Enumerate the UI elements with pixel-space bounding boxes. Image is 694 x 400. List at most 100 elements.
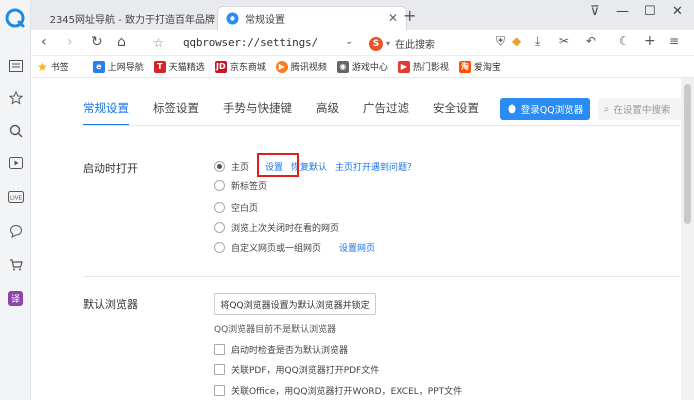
gear-icon	[226, 12, 239, 25]
option-label: 新标签页	[231, 182, 268, 192]
tab-gestures[interactable]: 手势与快捷键	[223, 100, 292, 126]
bookmark-label: 爱淘宝	[473, 63, 501, 73]
video-icon[interactable]	[6, 153, 25, 172]
shield-icon[interactable]: ⛨	[496, 34, 505, 49]
new-tab-button[interactable]: +	[403, 6, 416, 25]
game-icon: ◉	[336, 60, 349, 73]
svg-text:LIVE: LIVE	[10, 195, 22, 201]
bookmark-item[interactable]: ◉ 游戏中心	[336, 60, 388, 73]
add-icon[interactable]: +	[644, 33, 656, 49]
chevron-down-icon[interactable]: ⌄	[345, 36, 353, 47]
night-mode-icon[interactable]: ☾	[619, 34, 630, 48]
radio-custom[interactable]: 自定义网页或一组网页 设置网页	[214, 241, 375, 254]
bookmark-item[interactable]: 淘 爱淘宝	[458, 60, 501, 73]
search-engine-box[interactable]: S ▾ 在此搜索	[369, 36, 435, 51]
download-icon[interactable]: ⤓	[535, 34, 540, 49]
radio-new-tab[interactable]: 新标签页	[214, 179, 267, 192]
radio-blank[interactable]: 空白页	[214, 201, 258, 214]
option-label: 空白页	[231, 204, 259, 214]
pin-icon[interactable]: ⊽	[590, 4, 600, 19]
divider	[83, 276, 680, 277]
option-label: 启动时检查是否为默认浏览器	[231, 346, 349, 356]
highlight-box	[257, 153, 299, 177]
translate-icon[interactable]: 译	[6, 289, 25, 308]
radio-button[interactable]	[214, 242, 225, 253]
option-label: 主页	[231, 163, 250, 173]
checkbox[interactable]	[214, 344, 225, 355]
menu-icon[interactable]: ≡	[669, 34, 679, 48]
radio-button[interactable]	[214, 180, 225, 191]
close-icon[interactable]: ✕	[388, 11, 398, 25]
left-sidebar: LIVE 译	[0, 0, 31, 400]
sogou-icon: S	[369, 36, 383, 51]
option-label: 自定义网页或一组网页	[231, 244, 322, 254]
tab-ad-filter[interactable]: 广告过滤	[363, 100, 409, 126]
chat-icon[interactable]	[6, 221, 25, 240]
search-placeholder: 在此搜索	[395, 40, 436, 51]
section-startup-label: 启动时打开	[83, 162, 138, 175]
bookmark-item[interactable]: JD 京东商城	[214, 60, 266, 73]
bookmark-item[interactable]: ★ 书签	[37, 60, 69, 74]
tab-2345[interactable]: e 2345网址导航 - 致力于打造百年品牌	[39, 6, 215, 30]
checkbox-check-default[interactable]: 启动时检查是否为默认浏览器	[214, 343, 348, 356]
bookmark-item[interactable]: e 上网导航	[92, 60, 144, 73]
set-pages-link[interactable]: 设置网页	[339, 241, 375, 254]
radio-button[interactable]	[214, 161, 225, 172]
back-icon[interactable]: ‹	[41, 34, 47, 50]
checkbox-pdf[interactable]: 关联PDF，用QQ浏览器打开PDF文件	[214, 363, 379, 376]
caret-down-icon: ▾	[386, 39, 391, 48]
cart-icon[interactable]	[6, 255, 25, 274]
scissors-icon[interactable]: ✂	[559, 34, 569, 48]
checkbox[interactable]	[214, 364, 225, 375]
search-icon[interactable]	[6, 121, 25, 140]
extension-icon[interactable]: ◆	[512, 34, 521, 48]
bookmark-item[interactable]: ▶ 热门影视	[397, 60, 449, 73]
bookmark-star-icon[interactable]: ☆	[153, 36, 164, 50]
minimize-icon[interactable]: —	[616, 4, 629, 19]
tab-tab-settings[interactable]: 标签设置	[153, 100, 199, 126]
refresh-icon[interactable]: ↻	[91, 34, 103, 50]
home-icon[interactable]: ⌂	[117, 34, 126, 50]
settings-search-input[interactable]: ⌕ 在设置中搜索	[598, 98, 684, 120]
radio-button[interactable]	[214, 222, 225, 233]
bookmark-label: 热门影视	[412, 63, 449, 73]
settings-tabs: 常规设置 标签设置 手势与快捷键 高级 广告过滤 安全设置	[83, 100, 503, 126]
star-icon: ★	[37, 59, 48, 74]
radio-last-session[interactable]: 浏览上次关闭时在看的网页	[214, 221, 339, 234]
radio-home[interactable]: 主页 设置 恢复默认 主页打开遇到问题？	[214, 160, 416, 173]
bookmark-label: 上网导航	[107, 63, 144, 73]
checkbox[interactable]	[214, 385, 225, 396]
login-button[interactable]: 登录QQ浏览器	[500, 98, 590, 120]
radio-button[interactable]	[214, 202, 225, 213]
bookmark-label: 书签	[50, 63, 69, 73]
url-field[interactable]: qqbrowser://settings/	[183, 36, 318, 49]
bookmark-item[interactable]: ▶ 腾讯视频	[275, 60, 327, 73]
jd-icon: JD	[214, 60, 227, 73]
forward-icon[interactable]: ›	[67, 34, 73, 50]
home-problem-link[interactable]: 主页打开遇到问题？	[335, 160, 416, 173]
bookmark-item[interactable]: T 天猫精选	[153, 60, 205, 73]
video-icon: ▶	[275, 60, 288, 73]
section-default-browser-label: 默认浏览器	[83, 298, 138, 311]
bookmarks-bar: ★ 书签 e 上网导航 T 天猫精选 JD 京东商城 ▶ 腾讯视频 ◉ 游戏中心…	[31, 56, 694, 78]
scroll-thumb[interactable]	[684, 84, 691, 224]
maximize-icon[interactable]: ☐	[644, 4, 656, 19]
undo-icon[interactable]: ↶	[586, 34, 596, 48]
tab-advanced[interactable]: 高级	[316, 100, 339, 126]
close-window-icon[interactable]: ✕	[672, 4, 683, 19]
scrollbar[interactable]	[681, 78, 694, 400]
option-label: 关联Office，用QQ浏览器打开WORD，EXCEL，PPT文件	[231, 387, 463, 397]
live-icon[interactable]: LIVE	[6, 187, 25, 206]
set-default-browser-button[interactable]: 将QQ浏览器设置为默认浏览器并锁定	[214, 293, 376, 315]
2345-logo-icon: e	[43, 17, 44, 19]
taobao-icon: 淘	[458, 60, 471, 73]
star-icon[interactable]	[6, 88, 25, 107]
checkbox-office[interactable]: 关联Office，用QQ浏览器打开WORD，EXCEL，PPT文件	[214, 384, 462, 397]
tab-settings[interactable]: 常规设置 ✕	[217, 6, 407, 30]
qq-browser-logo[interactable]	[5, 8, 25, 28]
reading-list-icon[interactable]	[6, 56, 25, 75]
bookmark-label: 天猫精选	[168, 63, 205, 73]
film-icon: ▶	[397, 60, 410, 73]
tab-security[interactable]: 安全设置	[433, 100, 479, 126]
tab-general[interactable]: 常规设置	[83, 100, 129, 126]
